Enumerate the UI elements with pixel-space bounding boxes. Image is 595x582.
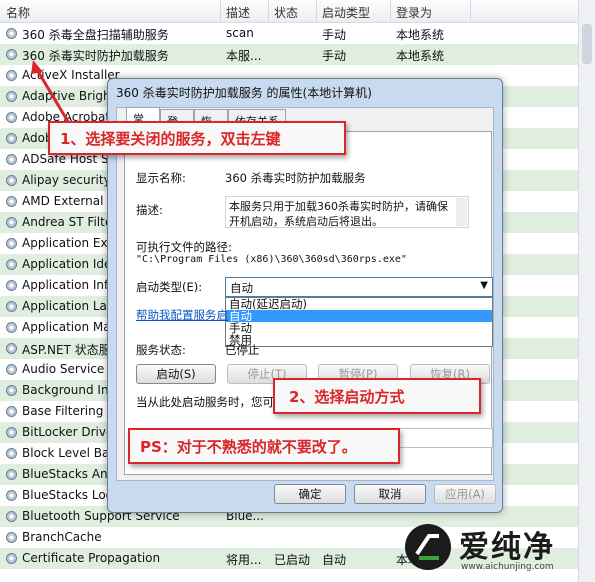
watermark-brand: 爱纯净 — [459, 530, 555, 565]
ps-callout: PS：对于不熟悉的就不要改了。 — [128, 428, 400, 464]
step2-callout: 2、选择启动方式 — [273, 378, 481, 414]
watermark-url: www.aichunjing.com — [461, 562, 554, 572]
annotation-arrow — [31, 60, 72, 126]
brand-logo-icon — [405, 524, 451, 570]
step1-callout: 1、选择要关闭的服务，双击左键 — [48, 121, 346, 155]
watermark: 爱纯净 www.aichunjing.com — [399, 518, 589, 580]
